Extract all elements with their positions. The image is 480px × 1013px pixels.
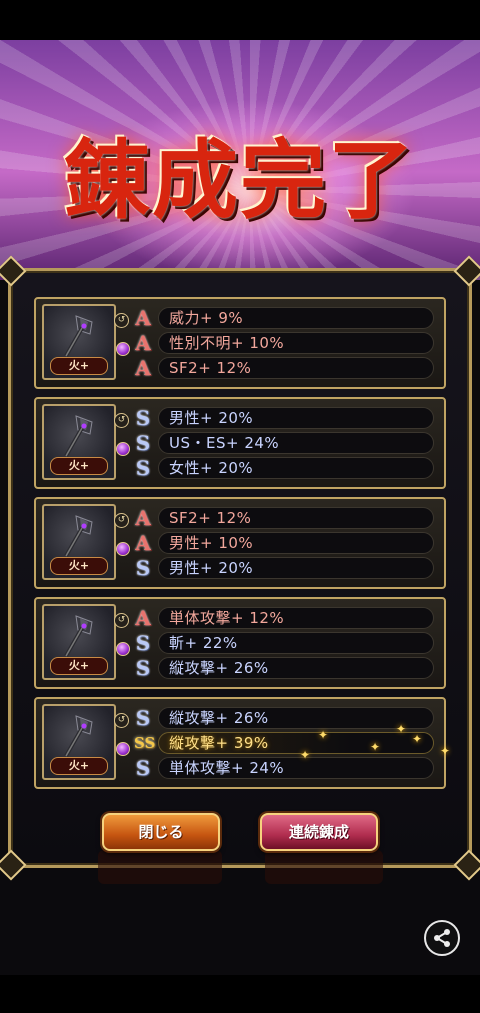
- weapon-thumbnail[interactable]: ↺ 火+: [42, 404, 130, 480]
- axe-weapon-icon: [56, 712, 106, 762]
- element-label: 火+: [50, 757, 108, 775]
- weapon-thumbnail[interactable]: ↺ 火+: [42, 504, 130, 580]
- swirl-icon: ↺: [114, 313, 129, 328]
- gem-icon: [116, 342, 130, 356]
- swirl-icon: ↺: [114, 713, 129, 728]
- rank-badge: S: [135, 406, 151, 430]
- weapon-thumbnail[interactable]: ↺ 火+: [42, 604, 130, 680]
- button-shadow: [265, 850, 383, 884]
- stat-row: S 縦攻撃+ 26%: [134, 707, 434, 729]
- stat-text: SF2+ 12%: [158, 357, 434, 379]
- stat-text: 威力+ 9%: [158, 307, 434, 329]
- rank-badge: S: [135, 431, 151, 455]
- stat-text: 性別不明+ 10%: [158, 332, 434, 354]
- result-card: ↺ 火+ A 威力+ 9% A 性別不明+ 10% A SF2+ 12%: [34, 297, 446, 389]
- swirl-icon: ↺: [114, 613, 129, 628]
- gem-icon: [116, 442, 130, 456]
- stat-row: S 女性+ 20%: [134, 457, 434, 479]
- result-card: ↺ 火+ S 男性+ 20% S US・ES+ 24% S 女性+ 20%: [34, 397, 446, 489]
- swirl-icon: ↺: [114, 513, 129, 528]
- continuous-refine-button[interactable]: 連続錬成: [260, 813, 378, 851]
- stat-text: US・ES+ 24%: [158, 432, 434, 454]
- sparkle-icon: ✦: [318, 728, 329, 742]
- sparkle-icon: ✦: [300, 748, 311, 762]
- close-button[interactable]: 閉じる: [102, 813, 220, 851]
- stat-row: A SF2+ 12%: [134, 507, 434, 529]
- sparkle-icon: ✦: [396, 722, 407, 736]
- sparkle-icon: ✦: [440, 744, 451, 758]
- stat-text: 縦攻撃+ 26%: [158, 657, 434, 679]
- stat-row: S 縦攻撃+ 26%: [134, 657, 434, 679]
- stat-text: 女性+ 20%: [158, 457, 434, 479]
- stat-row: S 斬+ 22%: [134, 632, 434, 654]
- rank-badge: S: [135, 456, 151, 480]
- stat-row: SS 縦攻撃+ 39%: [134, 732, 434, 754]
- share-button[interactable]: [424, 920, 460, 956]
- element-label: 火+: [50, 357, 108, 375]
- gem-icon: [116, 642, 130, 656]
- element-label: 火+: [50, 657, 108, 675]
- sparkle-icon: ✦: [370, 740, 381, 754]
- stat-text: 男性+ 20%: [158, 407, 434, 429]
- swirl-icon: ↺: [114, 413, 129, 428]
- stat-text: 男性+ 20%: [158, 557, 434, 579]
- status-bar: [0, 0, 480, 40]
- result-card: ↺ 火+ S 縦攻撃+ 26% SS 縦攻撃+ 39% S 単体攻撃+ 24%: [34, 697, 446, 789]
- stat-row: A 威力+ 9%: [134, 307, 434, 329]
- stat-text: 男性+ 10%: [158, 532, 434, 554]
- gem-icon: [116, 542, 130, 556]
- stat-row: A 単体攻撃+ 12%: [134, 607, 434, 629]
- axe-weapon-icon: [56, 312, 106, 362]
- stat-row: S 男性+ 20%: [134, 407, 434, 429]
- stat-text: 縦攻撃+ 39%: [158, 732, 434, 754]
- rank-badge: A: [135, 506, 151, 530]
- stat-row: A SF2+ 12%: [134, 357, 434, 379]
- stat-text: 単体攻撃+ 12%: [158, 607, 434, 629]
- stat-row: S 単体攻撃+ 24%: [134, 757, 434, 779]
- button-shadow: [98, 850, 222, 884]
- result-card: ↺ 火+ A SF2+ 12% A 男性+ 10% S 男性+ 20%: [34, 497, 446, 589]
- rank-badge: S: [135, 706, 151, 730]
- stat-text: 単体攻撃+ 24%: [158, 757, 434, 779]
- weapon-thumbnail[interactable]: ↺ 火+: [42, 704, 130, 780]
- navigation-bar: [0, 975, 480, 1013]
- element-label: 火+: [50, 457, 108, 475]
- stat-text: 斬+ 22%: [158, 632, 434, 654]
- page-title: 錬成完了: [64, 130, 416, 231]
- corner-ornament: [0, 849, 27, 881]
- rank-badge: A: [135, 306, 151, 330]
- stat-text: 縦攻撃+ 26%: [158, 707, 434, 729]
- rank-badge: S: [135, 656, 151, 680]
- stat-text: SF2+ 12%: [158, 507, 434, 529]
- result-card: ↺ 火+ A 単体攻撃+ 12% S 斬+ 22% S 縦攻撃+ 26%: [34, 597, 446, 689]
- rank-badge: S: [135, 756, 151, 780]
- share-icon: [434, 929, 450, 947]
- weapon-thumbnail[interactable]: ↺ 火+: [42, 304, 130, 380]
- element-label: 火+: [50, 557, 108, 575]
- sparkle-icon: ✦: [412, 732, 423, 746]
- gem-icon: [116, 742, 130, 756]
- stat-row: A 性別不明+ 10%: [134, 332, 434, 354]
- rank-badge: A: [135, 606, 151, 630]
- rank-badge: SS: [134, 734, 156, 752]
- axe-weapon-icon: [56, 612, 106, 662]
- stat-row: S 男性+ 20%: [134, 557, 434, 579]
- rank-badge: A: [135, 531, 151, 555]
- stat-row: S US・ES+ 24%: [134, 432, 434, 454]
- rank-badge: S: [135, 556, 151, 580]
- corner-ornament: [453, 849, 480, 881]
- stat-row: A 男性+ 10%: [134, 532, 434, 554]
- rank-badge: A: [135, 331, 151, 355]
- rank-badge: A: [135, 356, 151, 380]
- rank-badge: S: [135, 631, 151, 655]
- axe-weapon-icon: [56, 412, 106, 462]
- axe-weapon-icon: [56, 512, 106, 562]
